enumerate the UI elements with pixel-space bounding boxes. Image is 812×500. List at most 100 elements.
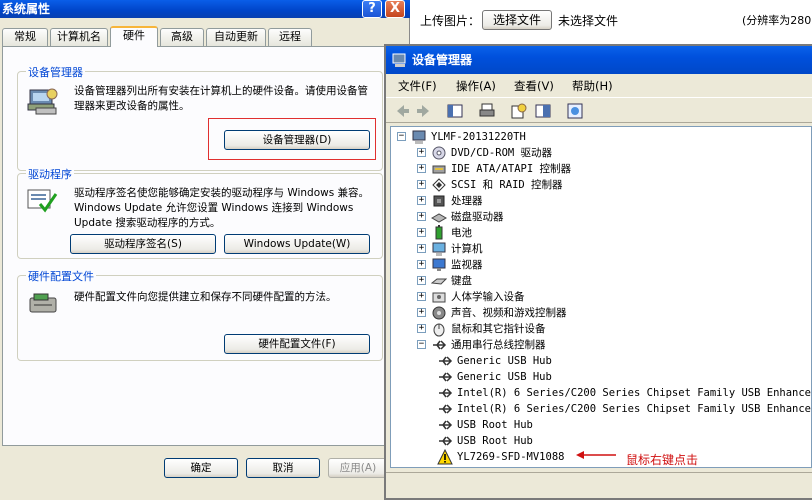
no-file-text: 未选择文件 — [558, 14, 619, 28]
hardware-profiles-group-label: 硬件配置文件 — [26, 268, 96, 284]
menu-help[interactable]: 帮助(H) — [572, 78, 613, 94]
expand-icon[interactable]: + — [417, 292, 426, 301]
unknown-device-label: YL7269-SFD-MV1088 — [457, 451, 565, 463]
collapse-icon[interactable]: − — [417, 340, 426, 349]
category-label: IDE ATA/ATAPI 控制器 — [451, 163, 572, 175]
processor-icon — [433, 195, 445, 207]
expand-icon[interactable]: + — [417, 228, 426, 237]
menu-file[interactable]: 文件(F) — [398, 78, 437, 94]
usb-icon — [433, 340, 447, 350]
forward-icon[interactable] — [414, 102, 432, 120]
print-icon[interactable] — [478, 102, 496, 120]
category-label: 磁盘驱动器 — [451, 211, 504, 223]
properties-icon[interactable] — [534, 102, 552, 120]
device-manager-group-label: 设备管理器 — [26, 64, 85, 80]
category-label: 声音、视频和游戏控制器 — [451, 307, 567, 319]
category-label: 电池 — [451, 227, 472, 239]
hardware-tab-panel: 设备管理器 设备管理器列出所有安装在计算机上的硬件设备。请使用设备管理器来更改设… — [2, 46, 392, 446]
usb-device-label: USB Root Hub — [457, 435, 533, 447]
category-label: 通用串行总线控制器 — [451, 339, 546, 351]
expand-icon[interactable]: + — [417, 164, 426, 173]
cancel-button[interactable]: 取消 — [246, 458, 320, 478]
expand-icon[interactable]: + — [417, 260, 426, 269]
collapse-icon[interactable]: − — [397, 132, 406, 141]
cdrom-icon — [432, 146, 446, 160]
tab-auto-update[interactable]: 自动更新 — [206, 28, 266, 46]
usb-device-icon — [439, 420, 453, 430]
category-label: 鼠标和其它指针设备 — [451, 323, 546, 335]
expand-icon[interactable]: + — [417, 180, 426, 189]
scan-hardware-icon[interactable] — [566, 102, 584, 120]
expand-icon[interactable]: + — [417, 244, 426, 253]
usb-device-label: Intel(R) 6 Series/C200 Series Chipset Fa… — [457, 387, 812, 399]
upload-strip: 上传图片： 选择文件 未选择文件 (分辨率为280 — [410, 0, 812, 44]
menu-view[interactable]: 查看(V) — [514, 78, 554, 94]
ok-button[interactable]: 确定 — [164, 458, 238, 478]
category-label: 键盘 — [451, 275, 472, 287]
device-manager-icon — [27, 88, 58, 115]
device-manager-description: 设备管理器列出所有安装在计算机上的硬件设备。请使用设备管理器来更改设备的属性。 — [74, 85, 368, 112]
usb-device-icon — [439, 388, 453, 398]
hardware-profiles-description: 硬件配置文件向您提供建立和保存不同硬件配置的方法。 — [74, 291, 337, 303]
device-tree: − YLMF-20131220TH + DVD/CD-ROM 驱动器 + IDE A… — [390, 126, 812, 468]
device-manager-title: 设备管理器 — [386, 46, 812, 74]
usb-device-icon — [439, 372, 453, 382]
close-button[interactable]: X — [385, 0, 405, 18]
expand-icon[interactable]: + — [417, 308, 426, 317]
tab-computer-name[interactable]: 计算机名 — [50, 28, 108, 46]
usb-device-label: USB Root Hub — [457, 419, 533, 431]
ide-icon — [432, 165, 446, 174]
expand-icon[interactable]: + — [417, 212, 426, 221]
mouse-icon — [433, 323, 445, 337]
driver-signing-button[interactable]: 驱动程序签名(S) — [70, 234, 216, 254]
category-label: 处理器 — [451, 195, 483, 207]
annotation-arrow-icon — [576, 451, 616, 459]
disk-icon — [431, 213, 447, 223]
help-button[interactable]: ? — [362, 0, 382, 18]
show-hide-tree-icon[interactable] — [446, 102, 464, 120]
apply-button[interactable]: 应用(A) — [328, 458, 388, 478]
menu-bar: 文件(F) 操作(A) 查看(V) 帮助(H) — [386, 74, 812, 96]
expand-icon[interactable]: + — [417, 148, 426, 157]
tab-hardware[interactable]: 硬件 — [110, 26, 158, 47]
resolution-hint: (分辨率为280 — [742, 14, 812, 27]
annotation-text: 鼠标右键点击 — [626, 453, 699, 467]
tab-advanced[interactable]: 高级 — [160, 28, 204, 46]
expand-icon[interactable]: + — [417, 196, 426, 205]
warning-icon — [437, 449, 453, 465]
hardware-profile-icon — [29, 293, 57, 313]
hardware-profiles-group: 硬件配置文件 硬件配置文件向您提供建立和保存不同硬件配置的方法。 硬件配置文件(… — [17, 268, 383, 361]
choose-file-button[interactable]: 选择文件 — [482, 10, 552, 30]
back-icon[interactable] — [394, 102, 412, 120]
sound-icon — [432, 306, 446, 320]
category-label: DVD/CD-ROM 驱动器 — [451, 147, 553, 159]
hardware-profiles-button[interactable]: 硬件配置文件(F) — [224, 334, 370, 354]
category-label: 人体学输入设备 — [451, 291, 525, 303]
expand-icon[interactable]: + — [417, 324, 426, 333]
usb-device-label: Generic USB Hub — [457, 371, 552, 383]
system-properties-window: 系统属性 ? X 常规 计算机名 硬件 高级 自动更新 远程 设备管理器 设备管… — [0, 0, 410, 500]
properties-help-icon[interactable] — [510, 102, 528, 120]
tab-general[interactable]: 常规 — [2, 28, 48, 46]
category-label: SCSI 和 RAID 控制器 — [451, 179, 563, 191]
upload-label: 上传图片： — [420, 14, 481, 28]
hid-icon — [432, 292, 446, 303]
battery-icon — [435, 225, 443, 240]
drivers-group-label: 驱动程序 — [26, 166, 74, 182]
toolbar — [386, 97, 812, 123]
scsi-icon — [432, 178, 446, 192]
computer-icon — [432, 242, 446, 256]
usb-device-icon — [439, 404, 453, 414]
menu-action[interactable]: 操作(A) — [456, 78, 496, 94]
driver-signing-icon — [27, 189, 58, 213]
category-label: 监视器 — [451, 259, 483, 271]
tab-remote[interactable]: 远程 — [268, 28, 312, 46]
windows-update-button[interactable]: Windows Update(W) — [224, 234, 370, 254]
computer-name-label: YLMF-20131220TH — [431, 131, 526, 143]
expand-icon[interactable]: + — [417, 276, 426, 285]
category-label: 计算机 — [451, 243, 483, 255]
drivers-group: 驱动程序 驱动程序签名使您能够确定安装的驱动程序与 Windows 兼容。Win… — [17, 166, 383, 259]
system-properties-title: 系统属性 — [0, 0, 410, 18]
status-bar — [386, 472, 812, 496]
usb-device-label: Generic USB Hub — [457, 355, 552, 367]
